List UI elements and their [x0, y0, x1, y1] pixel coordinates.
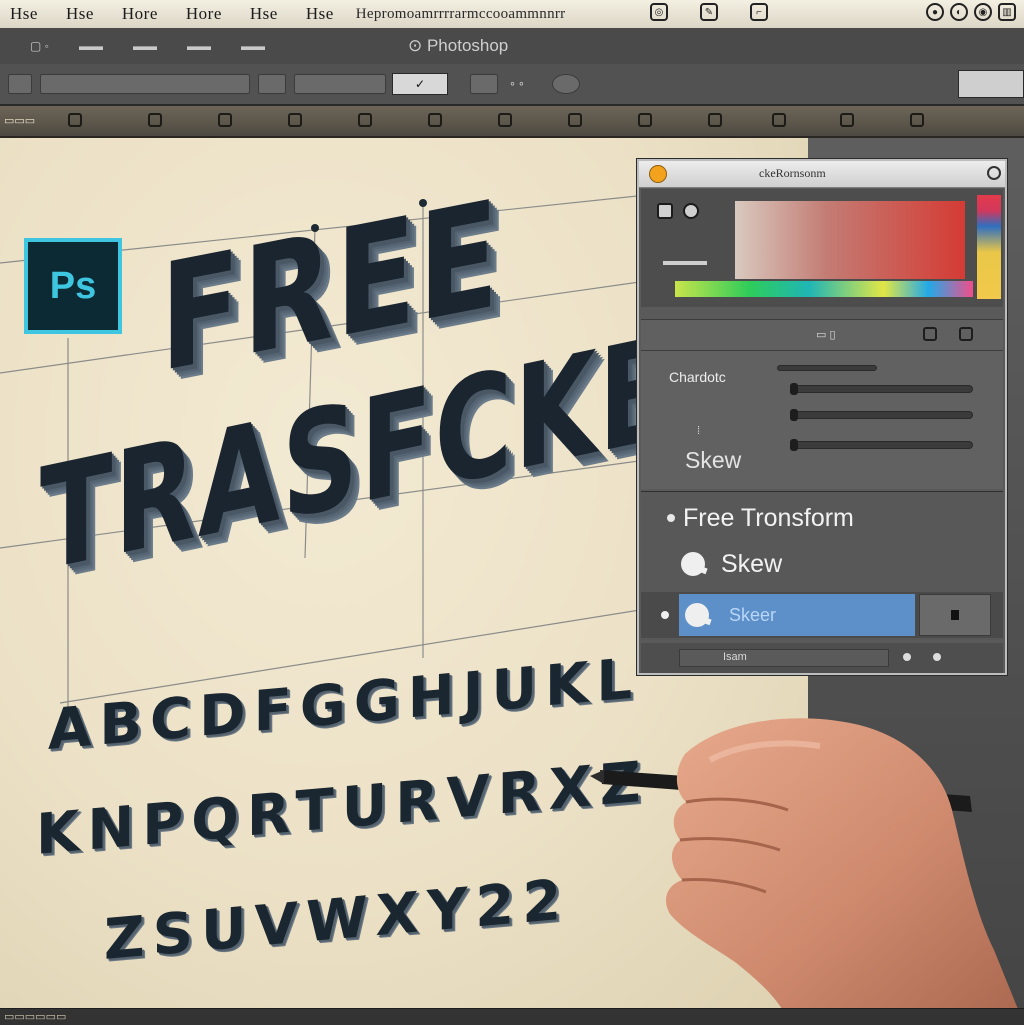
commit-button[interactable]: ✓	[392, 73, 448, 95]
status-bar: ▭▭▭▭▭▭	[0, 1008, 1024, 1025]
layers-icon[interactable]: ◎	[650, 3, 668, 21]
options-field-1[interactable]	[40, 74, 250, 94]
panel-toolbar-label: ▭ ▯	[816, 329, 836, 341]
settings-icon[interactable]: ◉	[974, 3, 992, 21]
skew-tool-icon	[681, 552, 705, 576]
menu-item-label: Skew	[721, 549, 783, 578]
panel-minimize-icon[interactable]	[649, 165, 667, 183]
tool-icon-11[interactable]	[772, 113, 786, 127]
tool-icon-7[interactable]	[498, 113, 512, 127]
tool-strip: ▭▭▭	[0, 106, 1024, 138]
workspace-button[interactable]	[958, 70, 1024, 98]
options-field-4[interactable]	[470, 74, 498, 94]
delete-button[interactable]	[919, 594, 991, 636]
selection-dot-icon	[661, 611, 669, 619]
photoshop-logo-text: Ps	[49, 264, 97, 307]
trash-icon	[951, 610, 959, 620]
panel-title: ckeRornsonm	[759, 166, 826, 180]
brush-icon[interactable]: ✎	[700, 3, 718, 21]
color-spectrum-bar[interactable]	[675, 281, 973, 297]
bullet-icon	[667, 514, 675, 522]
menu-item-3[interactable]: Hore	[122, 4, 158, 24]
menu-item-skew[interactable]: Skew	[641, 542, 1003, 586]
eyedropper-icon[interactable]	[657, 203, 673, 219]
panel-option-icon[interactable]	[923, 327, 937, 341]
skew-tool-icon	[685, 603, 709, 627]
app-logo-icon: ⊙	[408, 36, 427, 55]
footer-text: Isam	[723, 651, 747, 663]
panel-menu-icon[interactable]	[959, 327, 973, 341]
app-title: ⊙ Photoshop	[408, 36, 509, 55]
selected-item-label: Skeer	[729, 604, 777, 625]
tool-icon-2[interactable]	[148, 113, 162, 127]
status-icon[interactable]: ●	[926, 3, 944, 21]
slider-3[interactable]	[790, 409, 973, 421]
tool-icon-9[interactable]	[638, 113, 652, 127]
options-field-2[interactable]	[258, 74, 286, 94]
transform-panel: ckeRornsonm ▭ ▯ Chardotc ⁞ Skew Free Tro…	[637, 159, 1007, 675]
menu-item-5[interactable]: Hse	[250, 4, 278, 24]
color-picker-field[interactable]	[735, 201, 965, 279]
crop-icon[interactable]: ⌐	[750, 3, 768, 21]
footer-dot-icon[interactable]	[933, 653, 941, 661]
skew-label: Skew	[685, 447, 742, 473]
status-text: ▭▭▭▭▭▭	[4, 1011, 67, 1023]
photoshop-logo: Ps	[24, 238, 122, 334]
hue-slider[interactable]	[977, 195, 1001, 299]
menu-bar: Hse Hse Hore Hore Hse Hse Hepromoamrrrra…	[0, 0, 1024, 29]
app-tab-3[interactable]: ▬▬	[133, 39, 157, 53]
transform-menu: Free Tronsform Skew Skeer	[641, 491, 1003, 640]
color-tool-icons	[657, 203, 699, 219]
tool-icon-4[interactable]	[288, 113, 302, 127]
application-bar: ▢ ◦ ▬▬ ▬▬ ▬▬ ▬▬ ⊙ Photoshop	[0, 28, 1024, 65]
options-bar: ✓ ◦ ◦	[0, 64, 1024, 106]
menu-item-1[interactable]: Hse	[10, 4, 38, 24]
wifi-icon[interactable]: ◐	[950, 3, 968, 21]
panel-titlebar[interactable]: ckeRornsonm	[639, 161, 1005, 188]
footer-dot-icon[interactable]	[903, 653, 911, 661]
menu-item-selected[interactable]: Skeer	[641, 592, 1003, 638]
app-tab-4[interactable]: ▬▬	[187, 39, 211, 53]
slider-1[interactable]	[777, 365, 877, 371]
foreground-color-icon[interactable]	[683, 203, 699, 219]
tool-icon-12[interactable]	[840, 113, 854, 127]
skew-slider[interactable]	[790, 439, 973, 451]
tool-icon-13[interactable]	[910, 113, 924, 127]
app-tab-2[interactable]: ▬▬	[79, 39, 103, 53]
tool-icon-8[interactable]	[568, 113, 582, 127]
tool-strip-label: ▭▭▭	[4, 115, 36, 127]
menu-item-4[interactable]: Hore	[186, 4, 222, 24]
app-tab-5[interactable]: ▬▬	[241, 39, 265, 53]
menu-bar-icons-left: ◎ ✎ ⌐	[650, 3, 768, 21]
options-field-3[interactable]	[294, 74, 386, 94]
footer-field[interactable]	[679, 649, 889, 667]
menu-item-long[interactable]: Hepromoamrrrrarmccooammnnrr	[356, 6, 566, 23]
character-section-title: Chardotc	[669, 369, 726, 385]
cancel-transform-icon[interactable]	[552, 74, 580, 94]
color-section	[641, 189, 1003, 307]
panel-toolbar: ▭ ▯	[641, 319, 1003, 351]
panel-footer: Isam	[641, 643, 1003, 673]
menu-item-free-transform[interactable]: Free Tronsform	[641, 496, 1003, 540]
tool-icon-5[interactable]	[358, 113, 372, 127]
stroke-preview	[663, 261, 707, 265]
menu-item-6[interactable]: Hse	[306, 4, 334, 24]
tool-preset-picker[interactable]	[8, 74, 32, 94]
hand-with-stylus	[590, 718, 1024, 1024]
slider-2[interactable]	[790, 383, 973, 395]
options-readout: ◦ ◦	[510, 75, 524, 91]
tool-icon-3[interactable]	[218, 113, 232, 127]
character-section: Chardotc ⁞ Skew	[641, 351, 1003, 489]
slider-3-label: ⁞	[697, 425, 701, 437]
tool-icon-10[interactable]	[708, 113, 722, 127]
display-icon[interactable]: ▥	[998, 3, 1016, 21]
app-tab-1[interactable]: ▢ ◦	[30, 39, 49, 53]
selected-item-highlight[interactable]: Skeer	[679, 594, 915, 636]
panel-close-icon[interactable]	[987, 166, 1001, 180]
menu-bar-icons-right: ● ◐ ◉ ▥	[926, 3, 1016, 21]
tool-icon-6[interactable]	[428, 113, 442, 127]
tool-icon-1[interactable]	[68, 113, 82, 127]
menu-item-2[interactable]: Hse	[66, 4, 94, 24]
menu-item-label: Free Tronsform	[683, 503, 854, 532]
